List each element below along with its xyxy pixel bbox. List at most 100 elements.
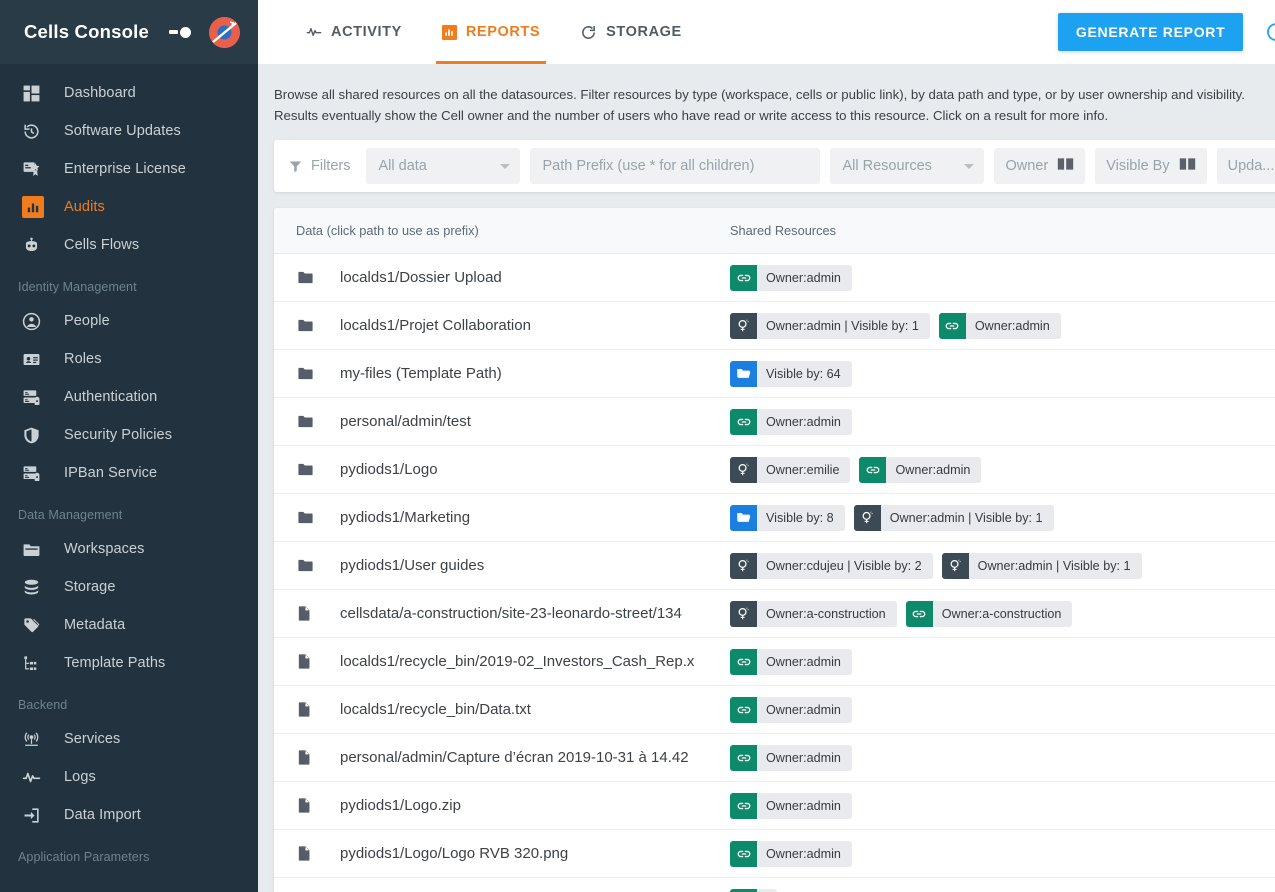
row-path-cell[interactable]: localds1/recycle_bin/Data.txt (274, 700, 730, 719)
shared-resource-chip[interactable]: Owner:emilie (730, 457, 850, 483)
shared-resource-chip[interactable]: Owner:admin | Visible by: 1 (730, 313, 930, 339)
shared-resource-chip[interactable] (730, 889, 777, 892)
shared-resource-chip[interactable]: Visible by: 8 (730, 505, 845, 531)
data-type-select-value: All data (378, 158, 474, 174)
sidebar-item-storage[interactable]: Storage (0, 568, 258, 606)
row-path-cell[interactable]: localds1/Projet Collaboration (274, 317, 730, 334)
sidebar-item-template-paths[interactable]: Template Paths (0, 644, 258, 682)
sidebar-item-metadata[interactable]: Metadata (0, 606, 258, 644)
row-path-text: localds1/recycle_bin/Data.txt (340, 701, 531, 718)
cells-icon (942, 553, 969, 579)
row-path-cell[interactable]: localds1/recycle_bin/2019-02_Investors_C… (274, 652, 730, 671)
row-path-cell[interactable]: pydiods1/Logo/Logo RVB 320.png (274, 844, 730, 863)
row-path-text: my-files (Template Path) (340, 365, 502, 382)
sidebar-item-security-policies[interactable]: Security Policies (0, 416, 258, 454)
row-path-cell[interactable]: pydiods1/Marketing (274, 509, 730, 526)
chip-label: Owner:admin | Visible by: 1 (969, 559, 1142, 573)
table-row[interactable]: localds1/recycle_bin/2019-02_Investors_C… (274, 638, 1275, 686)
row-path-cell[interactable]: pydiods1/Logo.zip (274, 796, 730, 815)
folder-open-icon (730, 361, 757, 387)
pulse-icon (22, 768, 48, 787)
shared-resource-chip[interactable]: Owner:admin (730, 841, 852, 867)
row-path-text: localds1/recycle_bin/2019-02_Investors_C… (340, 653, 694, 670)
sidebar-item-software-updates[interactable]: Software Updates (0, 112, 258, 150)
shared-resource-chip[interactable]: Visible by: 64 (730, 361, 852, 387)
row-path-text: personal/admin/Capture d’écran 2019-10-3… (340, 749, 689, 766)
shared-resource-chip[interactable]: Owner:admin | Visible by: 1 (942, 553, 1142, 579)
pin-toggle-icon[interactable] (169, 25, 195, 39)
table-row[interactable]: pydiods1/Logo.zipOwner:admin (274, 782, 1275, 830)
shared-resource-chip[interactable]: Owner:admin (730, 649, 852, 675)
row-path-cell[interactable]: personal/admin/Capture d’écran 2019-10-3… (274, 748, 730, 767)
sidebar-item-enterprise-license[interactable]: Enterprise License (0, 150, 258, 188)
tab-activity[interactable]: ACTIVITY (286, 0, 422, 64)
sidebar-item-roles[interactable]: Roles (0, 340, 258, 378)
link-icon (730, 793, 757, 819)
table-row[interactable]: localds1/Projet CollaborationOwner:admin… (274, 302, 1275, 350)
column-header-data: Data (click path to use as prefix) (274, 223, 730, 238)
refresh-clock-icon[interactable] (1261, 17, 1275, 47)
row-path-cell[interactable]: personal/admin/test (274, 413, 730, 430)
shared-resource-chip[interactable]: Owner:cdujeu | Visible by: 2 (730, 553, 933, 579)
table-row[interactable]: cellsdata/a-construction/site-23-leonard… (274, 590, 1275, 638)
table-row[interactable]: localds1/recycle_bin/Data.txt Owner:admin (274, 686, 1275, 734)
shared-resource-chip[interactable]: Owner:admin (859, 457, 981, 483)
row-path-cell[interactable]: localds1/Dossier Upload (274, 269, 730, 286)
data-type-select[interactable]: All data (366, 148, 520, 184)
visible-by-filter[interactable]: Visible By (1095, 148, 1206, 184)
shared-resource-chip[interactable]: Owner:admin (939, 313, 1061, 339)
path-prefix-input[interactable] (530, 148, 820, 184)
shared-resource-chip[interactable]: Owner:admin | Visible by: 1 (854, 505, 1054, 531)
table-row[interactable]: pydiods1/MarketingVisible by: 8 Owner:adm… (274, 494, 1275, 542)
sidebar-item-audits[interactable]: Audits (0, 188, 258, 226)
chip-label: Owner:admin (757, 271, 852, 285)
row-shared-resources-cell: Owner:emilie Owner:admin (730, 457, 1275, 483)
owner-filter[interactable]: Owner (994, 148, 1085, 184)
sidebar-item-services[interactable]: Services (0, 720, 258, 758)
book-icon (1057, 157, 1074, 175)
sidebar-item-authentication[interactable]: Authentication (0, 378, 258, 416)
link-icon (730, 841, 757, 867)
updated-filter[interactable]: Upda... (1217, 148, 1275, 184)
app-root: Cells Console DashboardSoftware UpdatesE… (0, 0, 1275, 892)
generate-report-button[interactable]: GENERATE REPORT (1058, 13, 1243, 51)
row-path-text: pydiods1/User guides (340, 557, 484, 574)
shared-resource-chip[interactable]: Owner:admin (730, 409, 852, 435)
row-path-cell[interactable]: pydiods1/Logo (274, 461, 730, 478)
row-path-cell[interactable]: pydiods1/User guides (274, 557, 730, 574)
shared-resource-chip[interactable]: Owner:admin (730, 697, 852, 723)
row-shared-resources-cell (730, 889, 1275, 892)
page-description: Browse all shared resources on all the d… (274, 64, 1254, 140)
table-row[interactable]: personal/admin/Capture d’écran 2019-10-3… (274, 734, 1275, 782)
tab-reports[interactable]: REPORTS (422, 0, 560, 64)
sidebar: Cells Console DashboardSoftware UpdatesE… (0, 0, 258, 892)
sidebar-item-people[interactable]: People (0, 302, 258, 340)
sidebar-item-data-import[interactable]: Data Import (0, 796, 258, 834)
shared-resource-chip[interactable]: Owner:admin (730, 793, 852, 819)
sidebar-item-label: Template Paths (64, 655, 165, 671)
row-path-cell[interactable]: my-files (Template Path) (274, 365, 730, 382)
sidebar-item-cells-flows[interactable]: Cells Flows (0, 226, 258, 264)
shared-resource-chip[interactable]: Owner:a-construction (906, 601, 1073, 627)
row-shared-resources-cell: Owner:admin | Visible by: 1 Owner:admin (730, 313, 1275, 339)
chip-label: Owner:admin (886, 463, 981, 477)
row-path-cell[interactable]: cellsdata/a-construction/site-23-leonard… (274, 604, 730, 623)
chip-label: Owner:admin (757, 655, 852, 669)
shared-resource-chip[interactable]: Owner:a-construction (730, 601, 897, 627)
table-row[interactable]: pydiods1/User guides Owner:cdujeu | Visib… (274, 542, 1275, 590)
shared-resource-chip[interactable]: Owner:admin (730, 265, 852, 291)
tab-storage[interactable]: STORAGE (560, 0, 702, 64)
sidebar-item-ipban-service[interactable]: IPBan Service (0, 454, 258, 492)
shared-resource-chip[interactable]: Owner:admin (730, 745, 852, 771)
table-row[interactable]: localds1/Dossier Upload Owner:admin (274, 254, 1275, 302)
sidebar-item-logs[interactable]: Logs (0, 758, 258, 796)
table-row[interactable]: my-files (Template Path) Visible by: 64 (274, 350, 1275, 398)
user-avatar-icon[interactable] (209, 17, 240, 48)
sidebar-item-workspaces[interactable]: Workspaces (0, 530, 258, 568)
resource-type-select[interactable]: All Resources (830, 148, 984, 184)
table-row[interactable]: personal/admin/testOwner:admin (274, 398, 1275, 446)
table-row[interactable] (274, 878, 1275, 892)
table-row[interactable]: pydiods1/LogoOwner:emilie Owner:admin (274, 446, 1275, 494)
table-row[interactable]: pydiods1/Logo/Logo RVB 320.pngOwner:admi… (274, 830, 1275, 878)
sidebar-item-dashboard[interactable]: Dashboard (0, 74, 258, 112)
